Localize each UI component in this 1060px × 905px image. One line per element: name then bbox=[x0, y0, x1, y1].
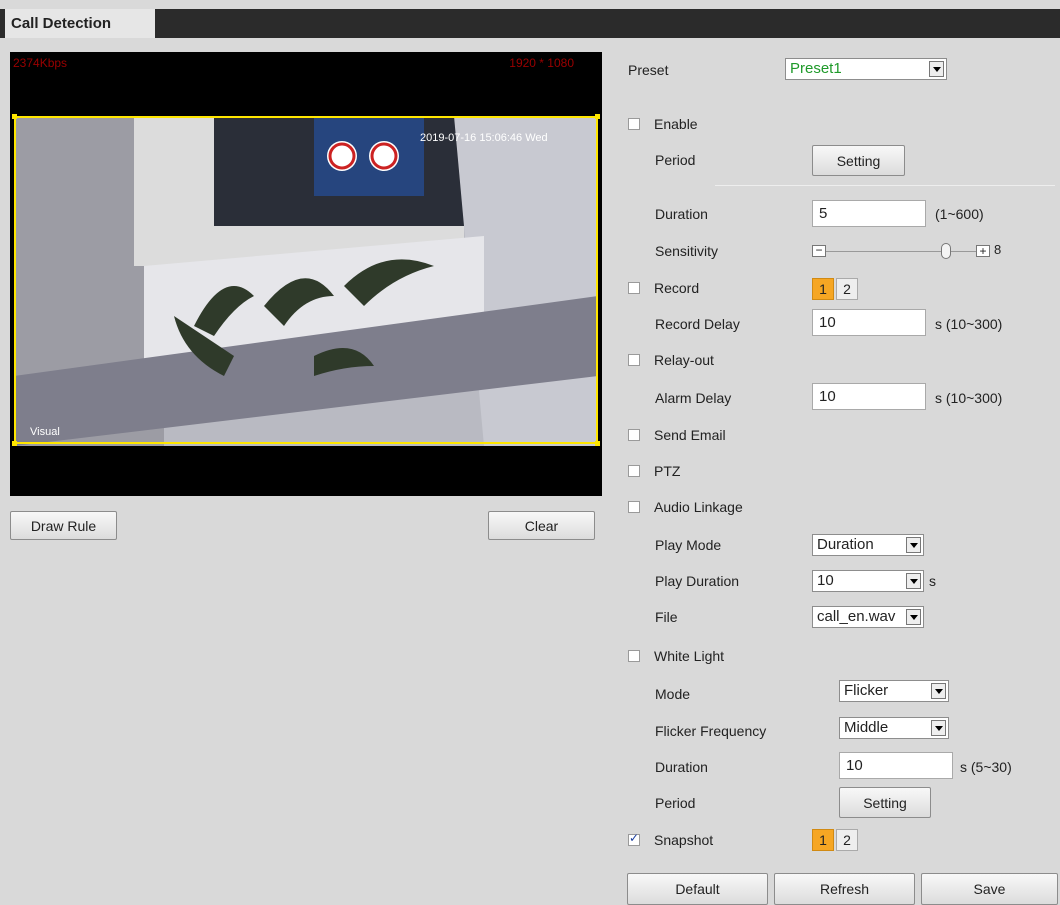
sensitivity-value: 8 bbox=[994, 242, 1002, 257]
file-value: call_en.wav bbox=[817, 608, 896, 625]
record-delay-range: s (10~300) bbox=[935, 316, 1003, 332]
refresh-button[interactable]: Refresh bbox=[774, 873, 915, 905]
wl-period-setting-button[interactable]: Setting bbox=[839, 787, 931, 818]
send-email-checkbox[interactable] bbox=[628, 429, 640, 441]
flicker-frequency-value: Middle bbox=[844, 719, 889, 736]
bitrate-overlay: 2374Kbps bbox=[13, 56, 68, 70]
video-preview[interactable]: 2374Kbps 1920 * 1080 2019-07-16 15:06:46… bbox=[10, 52, 602, 496]
record-label: Record bbox=[654, 280, 700, 296]
flicker-frequency-select[interactable]: Middle bbox=[839, 717, 949, 739]
record-delay-label: Record Delay bbox=[655, 316, 740, 332]
file-select[interactable]: call_en.wav bbox=[812, 606, 924, 628]
record-channel-2[interactable]: 2 bbox=[836, 278, 858, 300]
play-duration-unit: s bbox=[929, 573, 936, 589]
slider-track bbox=[826, 251, 976, 252]
default-button[interactable]: Default bbox=[627, 873, 768, 905]
white-light-label: White Light bbox=[654, 648, 725, 664]
ptz-label: PTZ bbox=[654, 463, 681, 479]
plus-icon[interactable]: + bbox=[976, 245, 990, 257]
chevron-down-icon bbox=[931, 683, 946, 699]
enable-checkbox[interactable] bbox=[628, 118, 640, 130]
snapshot-label: Snapshot bbox=[654, 832, 714, 848]
resolution-overlay: 1920 * 1080 bbox=[509, 56, 574, 70]
preset-label: Preset bbox=[628, 62, 669, 78]
play-duration-label: Play Duration bbox=[655, 573, 740, 589]
clear-button[interactable]: Clear bbox=[488, 511, 595, 540]
chevron-down-icon bbox=[906, 609, 921, 625]
relay-out-checkbox[interactable] bbox=[628, 354, 640, 366]
chevron-down-icon bbox=[931, 720, 946, 736]
timestamp-overlay: 2019-07-16 15:06:46 Wed bbox=[420, 132, 548, 144]
flicker-frequency-label: Flicker Frequency bbox=[655, 723, 767, 739]
chevron-down-icon bbox=[906, 537, 921, 553]
channel-overlay: Visual bbox=[30, 426, 60, 438]
alarm-delay-input[interactable]: 10 bbox=[812, 383, 926, 410]
tab-call-detection[interactable]: Call Detection bbox=[5, 9, 155, 38]
alarm-delay-label: Alarm Delay bbox=[655, 390, 732, 406]
play-duration-value: 10 bbox=[817, 572, 834, 589]
period-label: Period bbox=[655, 152, 696, 168]
period-setting-button[interactable]: Setting bbox=[812, 145, 905, 176]
audio-linkage-label: Audio Linkage bbox=[654, 499, 743, 515]
white-light-checkbox[interactable] bbox=[628, 650, 640, 662]
audio-linkage-checkbox[interactable] bbox=[628, 501, 640, 513]
file-label: File bbox=[655, 609, 678, 625]
mode-label: Mode bbox=[655, 686, 691, 702]
wl-duration-label: Duration bbox=[655, 759, 708, 775]
draw-rule-button[interactable]: Draw Rule bbox=[10, 511, 117, 540]
chevron-down-icon bbox=[906, 573, 921, 589]
record-channel-1[interactable]: 1 bbox=[812, 278, 834, 300]
chevron-down-icon bbox=[929, 61, 944, 77]
enable-label: Enable bbox=[654, 116, 698, 132]
record-checkbox[interactable] bbox=[628, 282, 640, 294]
ptz-checkbox[interactable] bbox=[628, 465, 640, 477]
send-email-label: Send Email bbox=[654, 427, 726, 443]
alarm-delay-range: s (10~300) bbox=[935, 390, 1003, 406]
snapshot-checkbox[interactable] bbox=[628, 831, 640, 846]
save-button[interactable]: Save bbox=[921, 873, 1058, 905]
slider-thumb[interactable] bbox=[941, 243, 951, 259]
duration-range: (1~600) bbox=[935, 206, 984, 222]
tab-strip bbox=[0, 9, 1060, 38]
record-delay-input[interactable]: 10 bbox=[812, 309, 926, 336]
preset-select[interactable]: Preset1 bbox=[785, 58, 947, 80]
minus-icon[interactable]: − bbox=[812, 244, 826, 257]
mode-value: Flicker bbox=[844, 682, 889, 699]
play-duration-select[interactable]: 10 bbox=[812, 570, 924, 592]
wl-duration-range: s (5~30) bbox=[960, 759, 1012, 775]
relay-out-label: Relay-out bbox=[654, 352, 714, 368]
wl-period-label: Period bbox=[655, 795, 696, 811]
mode-select[interactable]: Flicker bbox=[839, 680, 949, 702]
play-mode-label: Play Mode bbox=[655, 537, 722, 553]
wl-duration-input[interactable]: 10 bbox=[839, 752, 953, 779]
duration-label: Duration bbox=[655, 206, 708, 222]
divider bbox=[715, 185, 1055, 186]
detection-region[interactable] bbox=[12, 114, 600, 446]
play-mode-value: Duration bbox=[817, 536, 874, 553]
play-mode-select[interactable]: Duration bbox=[812, 534, 924, 556]
top-bar: Call Detection bbox=[0, 0, 1060, 38]
sensitivity-label: Sensitivity bbox=[655, 243, 719, 259]
snapshot-channel-2[interactable]: 2 bbox=[836, 829, 858, 851]
preset-select-value: Preset1 bbox=[790, 60, 842, 77]
snapshot-channel-1[interactable]: 1 bbox=[812, 829, 834, 851]
sensitivity-slider[interactable]: − + 8 bbox=[812, 240, 1032, 262]
duration-input[interactable]: 5 bbox=[812, 200, 926, 227]
